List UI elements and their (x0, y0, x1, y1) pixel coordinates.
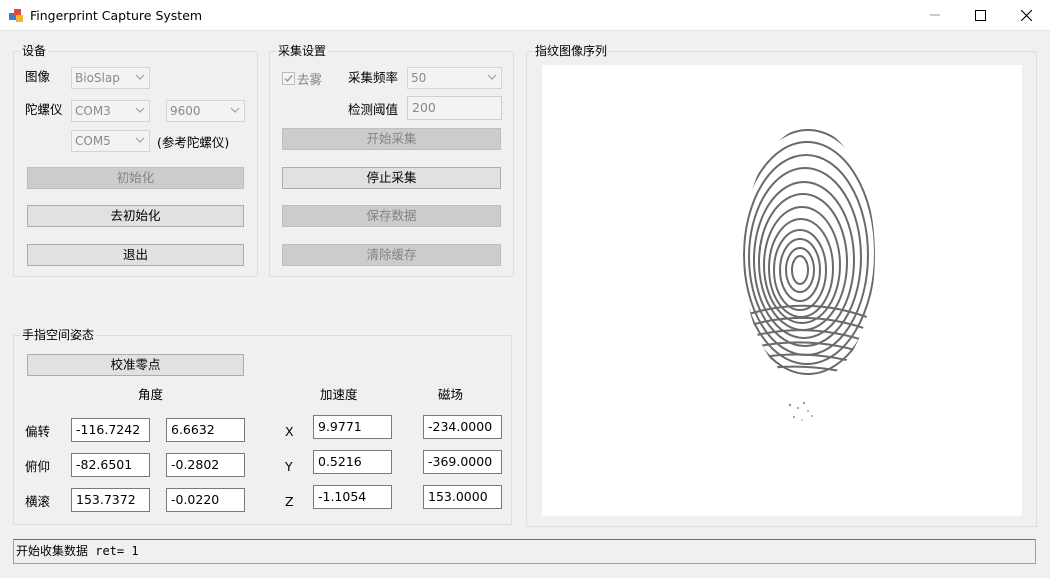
close-button[interactable] (1003, 0, 1049, 30)
gyro-port-select[interactable]: COM3 (71, 100, 150, 122)
pitch-angle-field[interactable]: -82.6501 (71, 453, 150, 477)
x-axis-label: X (285, 424, 294, 439)
stop-capture-button[interactable]: 停止采集 (282, 167, 501, 189)
maximize-button[interactable] (957, 0, 1003, 30)
window-title: Fingerprint Capture System (30, 8, 203, 23)
fingerprint-sequence-legend: 指纹图像序列 (533, 44, 610, 58)
y-axis-label: Y (285, 459, 293, 474)
finger-posture-legend: 手指空间姿态 (20, 328, 97, 342)
fingerprint-image (542, 65, 1022, 516)
fingerprint-icon (743, 129, 875, 421)
accel-x-field[interactable]: 9.9771 (313, 415, 392, 439)
accel-y-field[interactable]: 0.5216 (313, 450, 392, 474)
accel-z-field[interactable]: -1.1054 (313, 485, 392, 509)
save-data-button[interactable]: 保存数据 (282, 205, 501, 227)
checkmark-icon (284, 75, 293, 83)
threshold-input[interactable]: 200 (407, 96, 502, 120)
accel-header: 加速度 (320, 387, 358, 402)
freq-select[interactable]: 50 (407, 67, 502, 89)
gyro-baud-value: 9600 (170, 104, 201, 118)
calibrate-zero-button[interactable]: 校准零点 (27, 354, 244, 376)
title-bar: Fingerprint Capture System (0, 0, 1050, 31)
roll-angle-field[interactable]: 153.7372 (71, 488, 150, 512)
chevron-down-icon (230, 107, 240, 113)
mag-header: 磁场 (438, 387, 464, 402)
clear-cache-button[interactable]: 清除缓存 (282, 244, 501, 266)
device-group-legend: 设备 (20, 44, 49, 58)
yaw-angle-field[interactable]: -116.7242 (71, 418, 150, 442)
freq-label: 采集频率 (348, 70, 399, 85)
z-axis-label: Z (285, 494, 294, 509)
mag-z-field[interactable]: 153.0000 (423, 485, 502, 509)
yaw-angle-offset-field[interactable]: 6.6632 (166, 418, 245, 442)
chevron-down-icon (135, 107, 145, 113)
chevron-down-icon (135, 137, 145, 143)
gyro-baud-select[interactable]: 9600 (166, 100, 245, 122)
app-icon (9, 9, 23, 22)
chevron-down-icon (135, 74, 145, 80)
start-capture-button[interactable]: 开始采集 (282, 128, 501, 150)
angle-header: 角度 (138, 387, 164, 402)
roll-label: 横滚 (25, 494, 51, 509)
mag-y-field[interactable]: -369.0000 (423, 450, 502, 474)
image-device-select[interactable]: BioSlap (71, 67, 150, 89)
close-icon (1020, 9, 1032, 21)
roll-angle-offset-field[interactable]: -0.0220 (166, 488, 245, 512)
defog-checkbox[interactable] (282, 72, 295, 85)
init-button[interactable]: 初始化 (27, 167, 244, 189)
status-text: 开始收集数据 ret= 1 (13, 539, 1036, 564)
gyro-port-value: COM3 (75, 104, 111, 118)
gyro-label: 陀螺仪 (25, 102, 63, 117)
image-label: 图像 (25, 69, 51, 84)
maximize-icon (974, 9, 986, 21)
minimize-icon (930, 14, 940, 16)
freq-value: 50 (411, 71, 427, 85)
deinit-button[interactable]: 去初始化 (27, 205, 244, 227)
threshold-label: 检测阈值 (348, 102, 399, 117)
image-device-value: BioSlap (75, 71, 120, 85)
pitch-angle-offset-field[interactable]: -0.2802 (166, 453, 245, 477)
capture-settings-legend: 采集设置 (276, 44, 329, 58)
chevron-down-icon (487, 74, 497, 80)
yaw-label: 偏转 (25, 424, 51, 439)
pitch-label: 俯仰 (25, 459, 51, 474)
exit-button[interactable]: 退出 (27, 244, 244, 266)
ref-gyro-port-value: COM5 (75, 134, 111, 148)
mag-x-field[interactable]: -234.0000 (423, 415, 502, 439)
ref-gyro-label: (参考陀螺仪) (157, 135, 230, 150)
ref-gyro-port-select[interactable]: COM5 (71, 130, 150, 152)
minimize-button[interactable] (912, 0, 958, 30)
defog-label: 去雾 (297, 72, 323, 87)
